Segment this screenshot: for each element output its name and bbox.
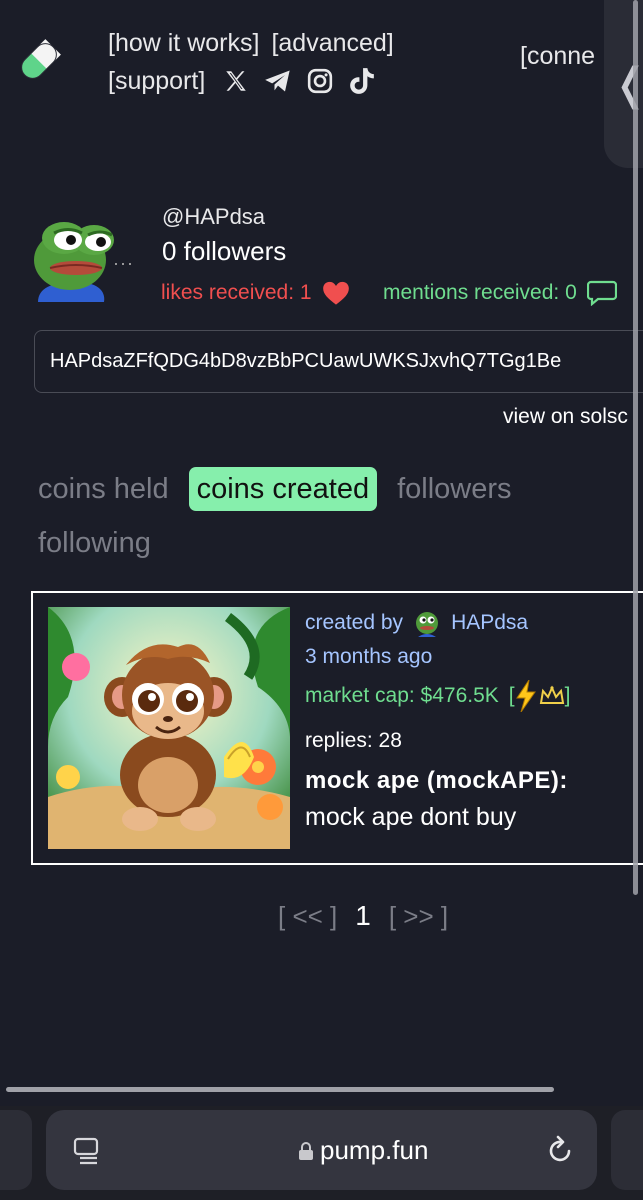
browser-bottom-bar: pump.fun [0, 1106, 643, 1200]
view-on-solscan-link[interactable]: view on solsc [503, 405, 628, 429]
tiktok-icon[interactable] [347, 66, 377, 96]
address-bar[interactable]: pump.fun [46, 1110, 597, 1190]
created-by-label: created by [305, 611, 404, 634]
previous-tab-peek[interactable] [0, 1110, 32, 1190]
creator-name-link[interactable]: HAPdsa [451, 611, 528, 635]
support-link[interactable]: [support] [108, 62, 205, 100]
url-display[interactable]: pump.fun [298, 1135, 428, 1166]
reload-icon[interactable] [544, 1134, 576, 1166]
tab-followers[interactable]: followers [389, 462, 519, 516]
chevron-left-icon: ❬ [612, 59, 643, 110]
advanced-link[interactable]: [advanced] [271, 29, 393, 57]
telegram-icon[interactable] [263, 66, 293, 96]
tab-coins-held[interactable]: coins held [38, 462, 177, 516]
coin-description: mock ape dont buy [305, 803, 517, 831]
pill-logo-icon[interactable] [14, 36, 64, 86]
x-icon[interactable] [221, 66, 251, 96]
coin-card[interactable]: created by HAPdsa 3 months ago market ca… [31, 591, 643, 865]
mentions-label: mentions received: 0 [383, 281, 577, 304]
crown-icon [539, 685, 564, 704]
vertical-scrollbar[interactable] [633, 0, 638, 895]
mentions-received: mentions received: 0 [383, 280, 617, 306]
market-cap: market cap: $476.5K [ ] [305, 679, 643, 713]
heart-icon [322, 281, 349, 305]
bracket-close: ] [564, 684, 571, 707]
how-it-works-link[interactable]: [how it works] [108, 29, 259, 57]
tab-following[interactable]: following [38, 516, 159, 570]
lock-icon [299, 1141, 313, 1160]
replies-count: replies: 28 [305, 729, 402, 752]
next-tab-peek[interactable] [611, 1110, 643, 1190]
current-page: 1 [355, 900, 371, 931]
url-text: pump.fun [320, 1135, 429, 1165]
created-by: created by HAPdsa [305, 607, 643, 639]
instagram-icon[interactable] [305, 66, 335, 96]
chat-bubble-icon [586, 280, 617, 306]
coin-name: mock ape (mockAPE): [305, 767, 568, 794]
profile-handle: @HAPdsa [162, 204, 266, 229]
lightning-icon [515, 680, 536, 712]
connect-wallet-button[interactable]: [conne [520, 42, 595, 71]
page: [how it works] [advanced] [support] [conn… [0, 0, 643, 1200]
market-cap-label: market cap: $476.5K [305, 684, 499, 707]
wallet-address: HAPdsaZFfQDG4bD8vzBbPCUawUWKSJxvhQ7TGg1B… [50, 350, 562, 372]
tab-coins-created[interactable]: coins created [188, 467, 378, 511]
pagination: [ << ] 1 [ >> ] [278, 900, 448, 932]
prev-page-button[interactable]: [ << ] [278, 901, 337, 932]
likes-received: likes received: 1 [161, 280, 350, 306]
more-dots: ··· [113, 253, 134, 273]
reader-icon[interactable] [72, 1136, 102, 1166]
coin-image[interactable] [48, 607, 290, 849]
creator-avatar [416, 612, 439, 637]
coin-meta: created by HAPdsa 3 months ago market ca… [305, 607, 643, 832]
horizontal-scrollbar[interactable] [6, 1087, 554, 1092]
profile-tabs: coins held coins created followers followi… [38, 462, 618, 570]
wallet-address-field[interactable]: HAPdsaZFfQDG4bD8vzBbPCUawUWKSJxvhQ7TGg1B… [34, 330, 643, 393]
created-time: 3 months ago [305, 645, 433, 668]
followers-count: 0 followers [162, 236, 287, 266]
pepe-avatar [34, 222, 114, 302]
likes-label: likes received: 1 [161, 281, 312, 304]
next-page-button[interactable]: [ >> ] [389, 901, 448, 932]
top-nav: [how it works] [advanced] [support] [108, 24, 406, 100]
